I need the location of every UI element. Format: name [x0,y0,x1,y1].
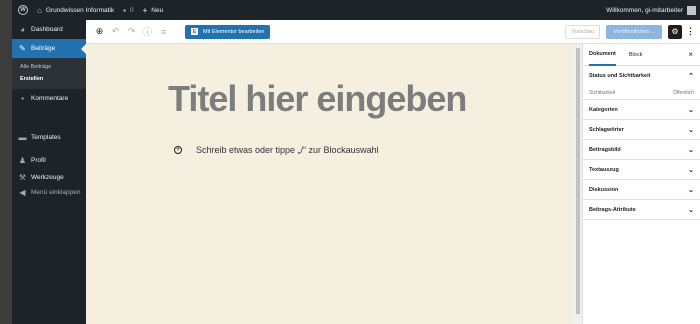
panel-section-excerpt[interactable]: Textauszug ⌄ [583,160,700,180]
panel-section-featured-image[interactable]: Beitragsbild ⌄ [583,140,700,160]
new-label: Neu [151,6,164,14]
sidebar-item-label: Werkzeuge [31,174,64,181]
menu-separator [12,108,86,128]
comments-link[interactable]: ▪ 0 [123,6,133,15]
admin-sidebar: ◕ Dashboard ✎ Beiträge Alle Beiträge Ers… [12,20,86,324]
panel-section-categories[interactable]: Kategorien ⌄ [583,100,700,120]
panel-section-tags[interactable]: Schlagwörter ⌄ [583,120,700,140]
comments-count: 0 [129,6,134,14]
redo-icon[interactable]: ↷ [124,26,139,37]
user-icon: ♟ [18,156,27,165]
section-title: Diskussion [589,186,619,193]
account-menu[interactable]: Willkommen, gi-mitarbeiter [606,5,696,15]
info-icon[interactable]: ⓘ [140,25,155,38]
add-block-icon[interactable]: ⊕ [92,26,107,37]
sidebar-item-profile[interactable]: ♟ Profil [12,151,86,170]
more-options-button[interactable]: ⋮ [686,26,695,37]
wordpress-logo-button[interactable]: W [18,5,28,15]
pin-icon: ✎ [19,44,26,53]
settings-button[interactable]: ⚙ [668,24,682,39]
new-content-link[interactable]: + Neu [143,6,164,15]
visibility-label: Sichtbarkeit [589,89,616,96]
sidebar-item-templates[interactable]: ▬ Templates [12,128,86,147]
visibility-row: Sichtbarkeit Öffentlich [583,86,700,100]
default-block-appender[interactable]: + Schreib etwas oder tippe „/“ zur Block… [174,145,379,155]
app-window: W ⌂ Grundwissen Informatik ▪ 0 + Neu Wil… [12,0,700,324]
visibility-value[interactable]: Öffentlich [673,90,694,96]
avatar [687,5,696,15]
chevron-down-icon: ⌄ [688,186,694,194]
home-icon: ⌂ [37,5,42,15]
comment-icon: ▪ [21,94,24,103]
more-vertical-icon: ⋮ [686,26,695,36]
site-name-link[interactable]: ⌂ Grundwissen Informatik [37,6,114,15]
section-title: Textauszug [589,166,619,173]
close-icon[interactable]: × [688,50,693,59]
settings-sidebar: Dokument Block × Status und Sichtbarkeit… [582,44,700,324]
publish-button[interactable]: Veröffentlichen… [606,24,662,39]
collapse-icon: ◀ [19,188,26,197]
section-title: Beitrags-Attribute [589,206,636,213]
chevron-down-icon: ⌄ [688,166,694,174]
preview-button[interactable]: Vorschau [565,24,601,39]
editor-canvas[interactable]: Titel hier eingeben + Schreib etwas oder… [86,44,574,324]
scrollbar-thumb[interactable] [576,48,580,314]
chevron-up-icon: ⌃ [688,73,694,80]
section-title: Kategorien [589,106,618,113]
preview-label: Vorschau [571,28,595,35]
chevron-down-icon: ⌄ [688,206,694,214]
chevron-down-icon: ⌄ [688,146,694,154]
canvas-scrollbar[interactable] [574,44,582,324]
settings-tabs: Dokument Block × [583,44,700,66]
dashboard-icon: ◕ [20,25,25,34]
folder-icon: ▬ [18,133,27,142]
collapse-menu-button[interactable]: ◀ Menü einklappen [12,185,86,200]
chevron-down-icon: ⌄ [688,106,694,114]
panel-section-post-attributes[interactable]: Beitrags-Attribute ⌄ [583,200,700,220]
plus-icon: + [142,5,148,15]
sidebar-item-label: Kommentare [31,95,69,102]
greeting-label: Willkommen, gi-mitarbeiter [606,6,683,14]
sidebar-item-tools[interactable]: ⚒ Werkzeuge [12,170,86,185]
editor-toolbar: ⊕ ↶ ↷ ⓘ ≡ E Mit Elementor bearbeiten Vor… [86,20,700,44]
section-title: Status und Sichtbarkeit [589,73,651,79]
panel-section-status[interactable]: Status und Sichtbarkeit ⌃ [583,66,700,86]
posts-submenu: Alle Beiträge Erstellen [12,58,86,89]
list-view-icon[interactable]: ≡ [156,27,171,37]
admin-bar: W ⌂ Grundwissen Informatik ▪ 0 + Neu Wil… [12,0,700,20]
wrench-icon: ⚒ [18,173,27,182]
wordpress-icon: W [18,5,28,15]
gear-icon: ⚙ [671,27,679,36]
plus-circle-icon[interactable]: + [174,146,182,154]
section-title: Schlagwörter [589,126,624,133]
undo-icon[interactable]: ↶ [108,26,123,37]
comment-icon: ▪ [123,5,126,15]
section-title: Beitragsbild [589,146,621,153]
sidebar-item-posts[interactable]: ✎ Beiträge [12,39,86,58]
tab-block[interactable]: Block [629,44,642,66]
site-name-label: Grundwissen Informatik [45,6,115,14]
elementor-icon: E [191,28,198,35]
chevron-down-icon: ⌄ [688,126,694,134]
sidebar-item-label: Profil [31,157,46,164]
sidebar-item-label: Templates [31,134,61,141]
tab-document[interactable]: Dokument [589,44,616,66]
edit-with-elementor-button[interactable]: E Mit Elementor bearbeiten [185,24,271,39]
block-prompt-text: Schreib etwas oder tippe „/“ zur Blockau… [196,145,379,155]
sidebar-item-label: Beiträge [31,45,56,52]
post-title-input[interactable]: Titel hier eingeben [168,78,467,120]
sidebar-item-label: Menü einklappen [31,189,81,196]
sidebar-item-label: Dashboard [31,26,63,33]
sidebar-item-comments[interactable]: ▪ Kommentare [12,89,86,108]
submenu-item-all-posts[interactable]: Alle Beiträge [12,61,86,73]
publish-label: Veröffentlichen… [613,28,655,35]
elementor-label: Mit Elementor bearbeiten [203,28,265,35]
panel-section-discussion[interactable]: Diskussion ⌄ [583,180,700,200]
sidebar-item-dashboard[interactable]: ◕ Dashboard [12,20,86,39]
submenu-item-create[interactable]: Erstellen [12,73,86,85]
